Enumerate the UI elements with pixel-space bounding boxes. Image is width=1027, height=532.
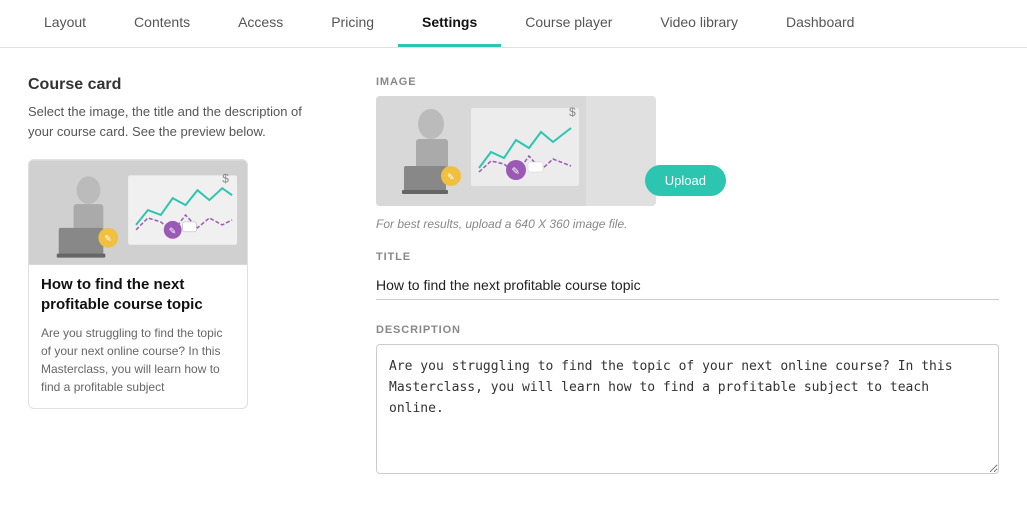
section-desc: Select the image, the title and the desc…: [28, 102, 328, 141]
upload-button[interactable]: Upload: [645, 165, 726, 196]
card-course-desc: Are you struggling to find the topic of …: [41, 324, 235, 396]
desc-section: DESCRIPTION: [376, 324, 999, 477]
card-image-wrapper: Webinar $: [29, 160, 247, 265]
image-preview: $ ✎ ✎: [376, 96, 656, 206]
course-card-preview: Webinar $: [28, 159, 248, 409]
nav-tab-course-player[interactable]: Course player: [501, 0, 636, 47]
nav-tab-layout[interactable]: Layout: [20, 0, 110, 47]
title-section: TITLE: [376, 251, 999, 300]
card-thumbnail: $ ✎: [29, 160, 247, 265]
title-input[interactable]: [376, 271, 999, 300]
nav-tab-dashboard[interactable]: Dashboard: [762, 0, 879, 47]
nav-tab-settings[interactable]: Settings: [398, 0, 501, 47]
desc-label: DESCRIPTION: [376, 324, 999, 336]
nav-tab-access[interactable]: Access: [214, 0, 307, 47]
nav-tabs: LayoutContentsAccessPricingSettingsCours…: [0, 0, 1027, 48]
svg-text:$: $: [569, 105, 576, 119]
svg-text:$: $: [222, 171, 229, 185]
card-body: How to find the next profitable course t…: [29, 265, 247, 408]
section-title: Course card: [28, 76, 328, 94]
nav-tab-video-library[interactable]: Video library: [636, 0, 762, 47]
svg-text:✎: ✎: [104, 234, 111, 244]
image-hint: For best results, upload a 640 X 360 ima…: [376, 217, 999, 231]
left-panel: Course card Select the image, the title …: [28, 76, 328, 477]
main-content: Course card Select the image, the title …: [0, 48, 1027, 497]
image-label: IMAGE: [376, 76, 999, 88]
card-course-title: How to find the next profitable course t…: [41, 275, 235, 316]
title-label: TITLE: [376, 251, 999, 263]
image-section: IMAGE $ ✎: [376, 76, 999, 231]
svg-text:✎: ✎: [447, 172, 455, 182]
desc-textarea[interactable]: [376, 344, 999, 474]
right-panel: IMAGE $ ✎: [376, 76, 999, 477]
nav-tab-pricing[interactable]: Pricing: [307, 0, 398, 47]
nav-tab-contents[interactable]: Contents: [110, 0, 214, 47]
svg-text:✎: ✎: [169, 226, 176, 236]
svg-text:✎: ✎: [512, 167, 520, 178]
